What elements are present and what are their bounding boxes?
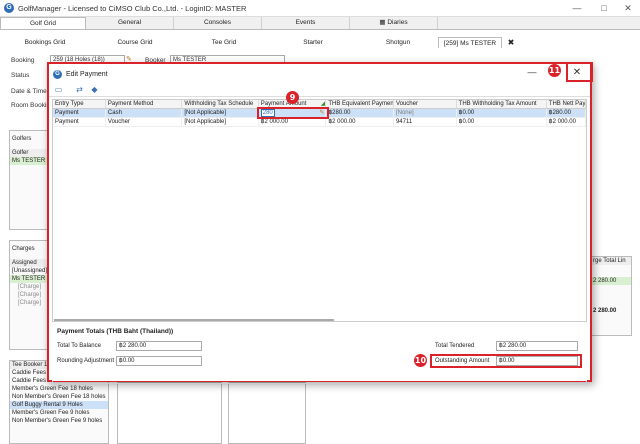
charges-panel-title: Charges (12, 246, 35, 252)
charge-row[interactable]: Ms TESTER (10, 275, 48, 283)
charge-row[interactable]: [Charge] (10, 299, 48, 307)
eraser-icon[interactable]: ◆ (89, 85, 100, 95)
window-title: GolfManager - Licensed to CiMSO Club Co.… (18, 3, 247, 13)
rounding-adjustment-label: Rounding Adjustment (57, 358, 115, 364)
voucher-cell[interactable]: 94711 (394, 118, 457, 126)
total-to-balance-label: Total To Balance (57, 343, 101, 349)
withholding-schedule-cell[interactable]: [Not Applicable] (182, 118, 259, 126)
tab-starter[interactable]: Starter (268, 37, 358, 48)
fee-item[interactable]: Member's Green Fee 9 holes (10, 409, 108, 417)
tab-diaries-label: Diaries (387, 19, 408, 26)
close-tab-icon[interactable]: ✖ (502, 37, 520, 48)
tab-general[interactable]: General (86, 17, 174, 29)
minimize-icon[interactable]: — (563, 0, 591, 17)
sub-tabbar: Bookings Grid Course Grid Tee Grid Start… (0, 37, 640, 48)
new-document-icon[interactable]: ▭ (53, 85, 64, 95)
tab-events[interactable]: Events (262, 17, 350, 29)
payment-amount-cell[interactable]: ฿2 000.00 (259, 118, 327, 126)
table-row[interactable]: Payment Voucher [Not Applicable] ฿2 000.… (53, 118, 586, 127)
close-button-highlight (566, 62, 593, 82)
entry-type-cell: Payment (53, 109, 106, 117)
tab-tee-grid[interactable]: Tee Grid (180, 37, 268, 48)
step-badge-11: 11 (548, 64, 561, 77)
tab-booking-ms-tester[interactable]: [259] Ms TESTER (438, 37, 502, 48)
golfers-column-header: Golfer (10, 149, 48, 157)
thb-equivalent-cell: ฿280.00 (326, 109, 394, 117)
nett-pay-cell: ฿2 000.00 (547, 118, 586, 126)
charges-column-header: Assigned (10, 259, 48, 267)
col-withholding-schedule[interactable]: Withholding Tax Schedule (182, 100, 259, 108)
tab-diaries[interactable]: ▦ Diaries (350, 17, 438, 29)
total-to-balance-field[interactable]: ฿2 280.00 (116, 341, 202, 351)
payment-method-cell[interactable]: Cash (106, 109, 183, 117)
dialog-minimize-icon[interactable]: — (524, 67, 540, 77)
golfer-row[interactable]: Ms TESTER (10, 157, 48, 165)
close-icon[interactable]: ✕ (614, 0, 640, 17)
col-payment-method[interactable]: Payment Method (106, 100, 183, 108)
charge-grand-total: 2 280.00 (593, 308, 617, 314)
rounding-adjustment-field[interactable]: ฿0.00 (116, 356, 202, 366)
col-entry-type[interactable]: Entry Type (53, 100, 106, 108)
dialog-toolbar: ▭ ⇄ ◆ (49, 84, 590, 97)
total-tendered-label: Total Tendered (435, 343, 475, 349)
withholding-amount-cell: ฿0.00 (457, 109, 547, 117)
charge-row[interactable]: [Charge] (10, 283, 48, 291)
app-titlebar: G GolfManager - Licensed to CiMSO Club C… (0, 0, 640, 17)
charge-row[interactable]: [Unassigned] (10, 267, 48, 275)
payment-totals-title: Payment Totals (THB Baht (Thailand)) (57, 328, 174, 335)
tab-bookings-grid[interactable]: Bookings Grid (0, 37, 90, 48)
charges-panel: Charges Assigned [Unassigned] Ms TESTER … (9, 240, 49, 350)
split-icon[interactable]: ⇄ (74, 85, 85, 95)
thb-equivalent-cell: ฿2 000.00 (326, 118, 394, 126)
fee-item[interactable]: Non Member's Green Fee 18 holes (10, 393, 108, 401)
step-badge-9: 9 (286, 91, 299, 104)
total-tendered-field[interactable]: ฿2 280.00 (496, 341, 578, 351)
tab-course-grid[interactable]: Course Grid (90, 37, 180, 48)
step-badge-10: 10 (414, 354, 427, 367)
payment-amount-highlight (257, 107, 329, 119)
outstanding-amount-highlight (430, 354, 582, 368)
charges-totals-strip: rge Total Lin 2 280.00 2 280.00 (590, 256, 632, 336)
tab-golf-grid[interactable]: Golf Grid (0, 17, 86, 29)
charge-total-header: rge Total (593, 258, 616, 264)
golfers-panel: Golfers Golfer Ms TESTER (9, 130, 49, 230)
datetime-label: Date & Time (11, 88, 47, 95)
fee-item[interactable]: Golf Buggy Rental 9 Holes (10, 401, 108, 409)
main-tabbar: Golf Grid General Consoles Events ▦ Diar… (0, 17, 640, 30)
tab-consoles[interactable]: Consoles (174, 17, 262, 29)
entry-type-cell: Payment (53, 118, 106, 126)
payment-totals-panel: Payment Totals (THB Baht (Thailand)) Tot… (52, 321, 587, 381)
withholding-schedule-cell[interactable]: [Not Applicable] (182, 109, 259, 117)
col-nett-pay[interactable]: THB Nett Pay (547, 100, 586, 108)
dialog-title: Edit Payment (66, 70, 108, 78)
golfers-panel-title: Golfers (12, 136, 32, 142)
voucher-cell[interactable]: [None] (394, 109, 457, 117)
line-header: Lin (617, 258, 626, 264)
col-thb-equivalent[interactable]: THB Equivalent Payment (326, 100, 394, 108)
status-label: Status (11, 72, 30, 79)
fee-item[interactable]: Member's Green Fee 18 holes (10, 385, 108, 393)
charge-total-value: 2 280.00 (591, 277, 631, 285)
payment-method-cell[interactable]: Voucher (106, 118, 183, 126)
nett-pay-cell: ฿280.00 (547, 109, 586, 117)
app-logo-icon: G (4, 3, 14, 13)
dialog-titlebar: G Edit Payment — ✕ (49, 64, 590, 84)
col-voucher[interactable]: Voucher (394, 100, 457, 108)
tab-shotgun[interactable]: Shotgun (358, 37, 438, 48)
empty-panel (117, 382, 222, 444)
booking-label: Booking (11, 57, 35, 64)
dialog-app-icon: G (53, 69, 62, 79)
withholding-amount-cell: ฿0.00 (457, 118, 547, 126)
charge-row[interactable]: [Charge] (10, 291, 48, 299)
fee-item[interactable]: Non Member's Green Fee 9 holes (10, 417, 108, 425)
col-withholding-amount[interactable]: THB Withholding Tax Amount (457, 100, 547, 108)
empty-panel (228, 382, 306, 444)
